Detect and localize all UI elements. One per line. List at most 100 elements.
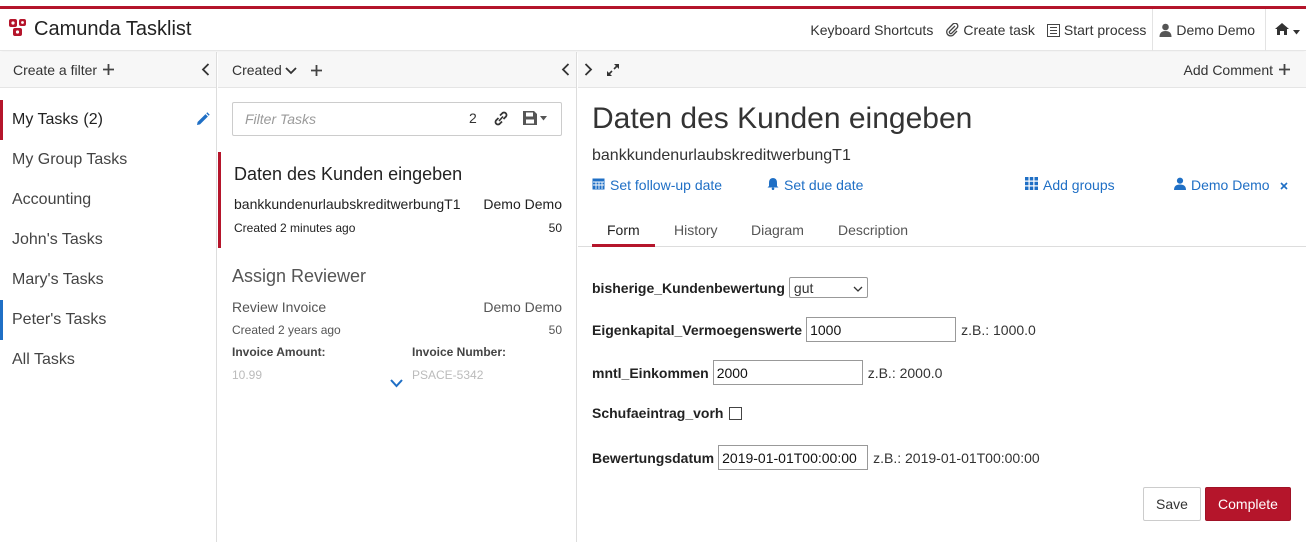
assignee-label: Demo Demo [1191,177,1270,193]
tab-description[interactable]: Description [838,222,908,238]
chevron-left-icon [561,63,570,79]
task-process-name: bankkundenurlaubskreditwerbungT1 [592,147,851,164]
filter-label: Mary's Tasks [12,271,104,288]
tab-form[interactable]: Form [607,222,640,238]
task-item[interactable]: Assign Reviewer Review Invoice Demo Demo… [218,262,576,392]
maximize-button[interactable] [606,63,620,80]
field-label: bisherige_Kundenbewertung [592,279,785,296]
filters-panel: Create a filter My Tasks (2) My Group Ta… [0,52,217,542]
result-count: 2 [469,110,477,126]
plus-icon [103,62,115,78]
user-menu[interactable]: Demo Demo [1153,9,1265,51]
task-assignee: Demo Demo [483,196,562,212]
save-search-icon[interactable] [523,111,547,125]
complete-button[interactable]: Complete [1205,487,1291,521]
th-grid-icon [1025,177,1043,193]
set-follow-up-date-link[interactable]: Set follow-up date [592,177,722,193]
active-tab-indicator [592,244,655,247]
pencil-icon[interactable] [195,112,210,132]
bewertungsdatum-input[interactable] [718,445,869,470]
field-label: Schufaeintrag_vorh [592,405,724,421]
filter-label: Accounting [12,191,92,208]
task-created: Created 2 minutes ago [234,221,356,235]
assignee-link[interactable]: Demo Demo [1174,177,1270,193]
field-label: Eigenkapital_Vermoegenswerte [592,321,803,338]
task-detail-toolbar: Add Comment [578,52,1306,88]
set-due-date-link[interactable]: Set due date [767,177,863,193]
unassign-button[interactable] [1280,177,1293,193]
schufa-checkbox[interactable] [729,406,743,420]
link-icon[interactable] [494,111,508,131]
task-title: Daten des Kunden eingeben [592,102,973,135]
filter-list: My Tasks (2) My Group Tasks Accounting J… [0,100,216,380]
tab-diagram[interactable]: Diagram [751,222,804,238]
header-nav: Keyboard Shortcuts Create task Start pro… [804,9,1306,51]
form-row-kundenbewertung: bisherige_Kundenbewertung gut [592,277,868,298]
collapse-list-button[interactable] [561,63,570,79]
field-hint: z.B.: 2000.0 [867,364,943,381]
start-process-link[interactable]: Start process [1041,9,1152,51]
task-created: Created 2 years ago [232,323,341,337]
filter-all-tasks[interactable]: All Tasks [0,340,216,380]
keyboard-shortcuts-link[interactable]: Keyboard Shortcuts [804,9,939,51]
task-detail-panel: Add Comment Daten des Kunden eingeben ba… [578,52,1306,542]
task-process-name: Review Invoice [232,299,327,315]
save-button[interactable]: Save [1143,487,1201,521]
sort-dropdown[interactable]: Created [232,62,297,78]
task-priority: 50 [548,323,562,337]
filter-label: My Group Tasks [12,151,128,168]
user-icon [1159,23,1172,37]
expand-chevron-icon[interactable] [390,375,403,393]
filter-peters-tasks[interactable]: Peter's Tasks [0,300,216,340]
filter-my-group-tasks[interactable]: My Group Tasks [0,140,216,180]
home-menu[interactable] [1266,9,1306,51]
einkommen-input[interactable] [712,360,863,385]
variable-label: Invoice Amount: [232,345,326,359]
create-filter-button[interactable]: Create a filter [13,62,115,78]
field-hint: z.B.: 2019-01-01T00:00:00 [873,449,1040,466]
filter-johns-tasks[interactable]: John's Tasks [0,220,216,260]
calendar-icon [592,177,610,193]
filter-my-tasks[interactable]: My Tasks (2) [0,100,216,140]
filter-label: My Tasks [12,111,79,128]
create-task-link[interactable]: Create task [939,9,1041,51]
expand-list-button[interactable] [584,63,593,79]
task-name: Daten des Kunden eingeben [234,164,463,184]
tab-history[interactable]: History [674,222,718,238]
form-row-einkommen: mntl_Einkommen z.B.: 2000.0 [592,360,942,385]
camunda-logo-icon [8,17,28,42]
task-item[interactable]: Daten des Kunden eingeben bankkundenurla… [218,152,576,248]
filter-label: Peter's Tasks [12,311,107,328]
plus-icon [1279,62,1290,78]
home-icon [1274,22,1290,39]
add-comment-button[interactable]: Add Comment [1184,62,1290,78]
plus-icon [311,63,322,79]
keyboard-shortcuts-label: Keyboard Shortcuts [810,22,934,38]
add-groups-label: Add groups [1043,177,1115,193]
caret-down-icon [1293,22,1300,38]
add-groups-link[interactable]: Add groups [1025,177,1115,193]
chevron-right-icon [584,63,593,79]
collapse-filters-button[interactable] [201,63,210,79]
kundenbewertung-select[interactable]: gut [788,277,868,298]
close-icon [1280,177,1293,193]
filter-accounting[interactable]: Accounting [0,180,216,220]
task-priority: 50 [548,221,562,235]
chevron-down-icon [853,280,863,296]
follow-up-label: Set follow-up date [610,177,723,193]
field-hint: z.B.: 1000.0 [961,321,1036,338]
app-header: Camunda Tasklist Keyboard Shortcuts Crea… [0,9,1306,51]
paperclip-icon [945,23,959,37]
add-sorting-button[interactable] [311,63,322,79]
eigenkapital-input[interactable] [806,317,957,342]
task-search-input[interactable] [233,103,453,135]
filter-marys-tasks[interactable]: Mary's Tasks [0,260,216,300]
create-task-label: Create task [963,22,1035,38]
task-name: Assign Reviewer [232,266,367,286]
field-label: mntl_Einkommen [592,364,709,381]
filter-count: (2) [83,111,103,128]
create-filter-label: Create a filter [13,62,98,78]
brand[interactable]: Camunda Tasklist [8,17,191,42]
task-process-name: bankkundenurlaubskreditwerbungT1 [234,196,461,212]
chevron-left-icon [201,63,210,79]
